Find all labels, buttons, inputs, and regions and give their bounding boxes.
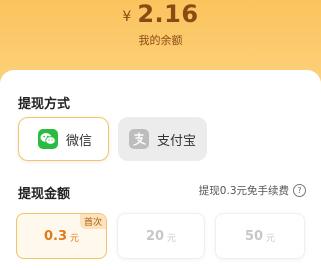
amount-option-unit: 元 bbox=[70, 234, 80, 244]
withdraw-amount-title: 提现金额 bbox=[18, 187, 71, 202]
wechat-icon bbox=[38, 129, 58, 149]
method-wechat-button[interactable]: 微信 bbox=[18, 117, 109, 161]
amount-option-50[interactable]: 50 元 bbox=[215, 213, 305, 259]
amount-option-20[interactable]: 20 元 bbox=[117, 213, 205, 259]
amount-option-value: 0.3 bbox=[43, 228, 67, 244]
amount-option-unit: 元 bbox=[167, 234, 177, 244]
help-icon[interactable]: ? bbox=[293, 184, 306, 197]
currency-symbol: ¥ bbox=[122, 9, 132, 25]
method-wechat-label: 微信 bbox=[66, 133, 93, 149]
balance-amount-row: ¥ 2.16 bbox=[0, 0, 321, 28]
amount-option-value: 50 bbox=[244, 228, 264, 244]
withdraw-method-title: 提现方式 bbox=[18, 97, 71, 112]
method-alipay-label: 支付宝 bbox=[157, 133, 197, 149]
first-time-badge: 首次 bbox=[79, 214, 106, 229]
balance-amount: 2.16 bbox=[137, 0, 199, 28]
fee-note: 提现0.3元免手续费 ? bbox=[199, 183, 306, 198]
method-alipay-button[interactable]: 支付宝 bbox=[118, 117, 207, 161]
amount-option-value: 20 bbox=[145, 228, 165, 244]
amount-option-0-3[interactable]: 0.3 元 首次 bbox=[16, 213, 107, 259]
amount-option-unit: 元 bbox=[266, 234, 276, 244]
fee-note-text: 提现0.3元免手续费 bbox=[198, 185, 289, 197]
balance-label: 我的余额 bbox=[138, 34, 183, 47]
alipay-icon bbox=[129, 129, 149, 149]
